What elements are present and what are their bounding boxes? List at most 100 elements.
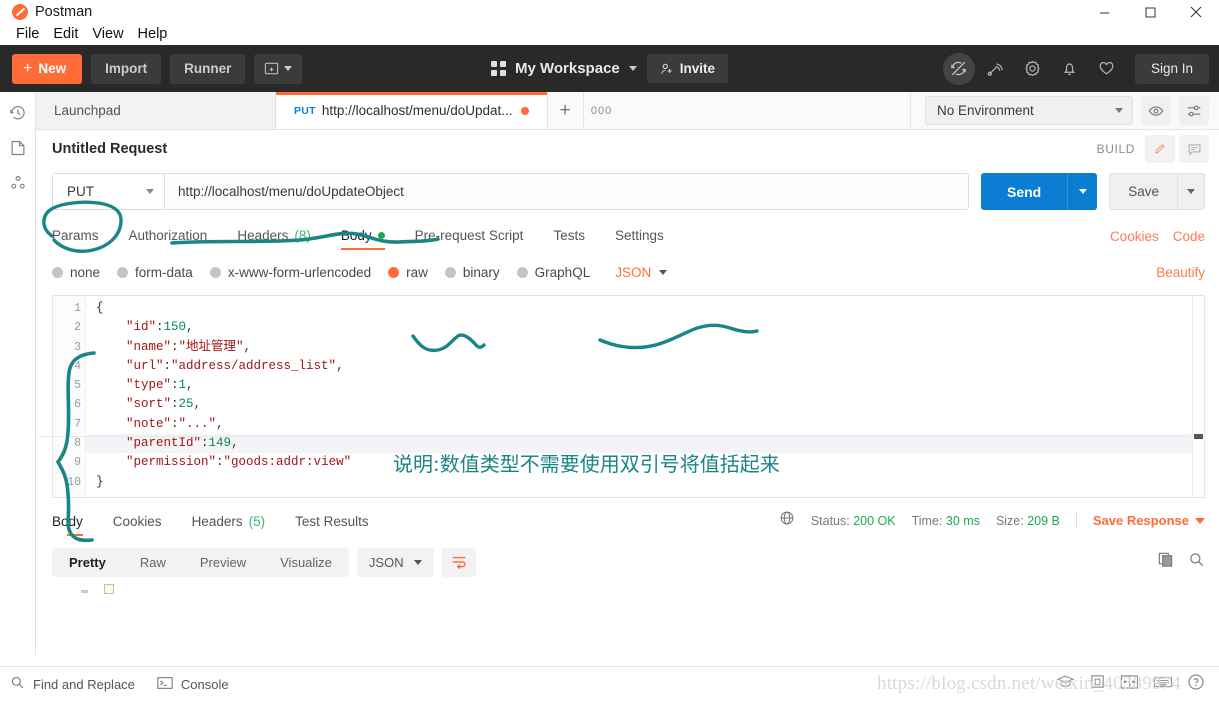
save-button[interactable]: Save [1109,173,1177,210]
code-link[interactable]: Code [1173,229,1205,244]
body-type-row: none form-data x-www-form-urlencoded raw… [36,261,1219,283]
line-number: 10 [67,475,81,489]
history-icon[interactable] [9,104,27,122]
collections-icon[interactable] [9,139,27,157]
copy-icon[interactable] [1157,551,1174,573]
new-window-button[interactable] [254,53,303,84]
tab-pre-request-script[interactable]: Pre-request Script [400,228,539,250]
tab-launchpad[interactable]: Launchpad [36,92,276,129]
response-format-select[interactable]: JSON [356,547,434,577]
tab-tests[interactable]: Tests [538,228,600,250]
tab-label: Pre-request Script [414,228,524,243]
import-button[interactable]: Import [91,53,162,84]
send-button[interactable]: Send [980,173,1068,210]
save-options-button[interactable] [1177,173,1205,210]
find-and-replace-button[interactable]: Find and Replace [10,675,135,693]
code-line[interactable]: "id":150, [86,318,1192,337]
radio-form-data[interactable]: form-data [117,265,193,280]
workspace-switcher[interactable]: My Workspace [490,60,637,77]
person-add-icon [661,63,672,74]
code-line[interactable]: "sort":25, [86,395,1192,414]
code-line[interactable]: "url":"address/address_list", [86,357,1192,376]
heart-icon[interactable] [1091,53,1123,85]
time-badge: Time: 30 ms [912,514,980,528]
menu-view[interactable]: View [85,24,130,45]
maximize-button[interactable] [1127,0,1173,24]
tab-label: Cookies [112,514,162,529]
edit-request-button[interactable] [1145,135,1175,163]
view-pretty[interactable]: Pretty [52,548,123,577]
runner-button[interactable]: Runner [170,53,246,84]
broadcast-icon[interactable] [980,53,1012,85]
sign-in-button[interactable]: Sign In [1134,53,1209,84]
editor-scrollbar[interactable] [1192,296,1204,497]
sync-off-icon[interactable] [942,52,975,85]
minimize-button[interactable] [1081,0,1127,24]
code-token: : [163,358,172,373]
keyboard-icon[interactable] [1153,674,1173,694]
radio-x-www-form-urlencoded[interactable]: x-www-form-urlencoded [209,265,371,280]
chevron-down-icon [659,269,668,275]
response-tab-headers[interactable]: Headers (5) [177,514,281,536]
close-button[interactable] [1173,0,1219,24]
view-raw[interactable]: Raw [123,548,183,577]
search-icon[interactable] [1188,551,1205,573]
line-number: 6 [74,398,81,412]
tab-params[interactable]: Params [52,228,114,250]
radio-raw[interactable]: raw [388,265,428,280]
gear-icon[interactable] [1017,53,1049,85]
apis-icon[interactable] [9,174,27,192]
menu-help[interactable]: Help [131,24,175,45]
line-number: 1 [74,302,81,315]
raw-format-value: JSON [615,264,652,280]
code-line[interactable]: "type":1, [86,376,1192,395]
save-response-button[interactable]: Save Response [1093,513,1205,528]
beautify-link[interactable]: Beautify [1156,265,1205,280]
window-titlebar: Postman [0,0,1219,24]
chevron-down-icon [1115,108,1123,113]
code-line[interactable]: "name":"地址管理", [86,338,1192,357]
radio-graphql[interactable]: GraphQL [516,265,590,280]
help-icon[interactable] [1187,673,1205,696]
tab-options-button[interactable]: 000 [583,92,620,129]
raw-format-select[interactable]: JSON [615,264,668,280]
response-tab-test-results[interactable]: Test Results [280,514,384,536]
invite-button[interactable]: Invite [646,54,729,83]
response-tab-body[interactable]: Body [52,514,98,536]
new-button[interactable]: + New [12,53,83,84]
tab-request-put[interactable]: PUT http://localhost/menu/doUpdat... [276,92,548,129]
console-button[interactable]: Console [157,676,229,693]
bootcamp-icon[interactable] [1056,674,1075,694]
http-method-value: PUT [67,184,94,199]
two-pane-icon[interactable] [1120,674,1139,695]
new-tab-button[interactable]: + [547,92,584,129]
comments-button[interactable] [1179,135,1209,163]
code-token: , [243,339,252,354]
url-input[interactable]: http://localhost/menu/doUpdateObject [165,174,968,209]
tab-authorization[interactable]: Authorization [114,228,223,250]
radio-bullet-icon [444,266,456,278]
view-visualize[interactable]: Visualize [263,548,349,577]
view-preview[interactable]: Preview [183,548,263,577]
menu-file[interactable]: File [9,24,46,45]
bell-icon[interactable] [1054,53,1086,85]
response-tab-cookies[interactable]: Cookies [98,514,177,536]
scrollbar-thumb[interactable] [1194,434,1203,439]
environment-settings-button[interactable] [1179,96,1209,125]
send-options-button[interactable] [1067,173,1098,210]
menu-edit[interactable]: Edit [46,24,85,45]
code-line[interactable]: "note":"...", [86,415,1192,434]
tab-settings[interactable]: Settings [600,228,679,250]
tab-headers[interactable]: Headers (8) [222,228,326,250]
http-method-select[interactable]: PUT [53,174,165,209]
response-peek-block [104,584,114,594]
cookies-link[interactable]: Cookies [1110,229,1159,244]
environment-quick-look-button[interactable] [1141,96,1171,125]
tab-body[interactable]: Body [326,228,400,250]
wrap-lines-button[interactable] [441,547,476,577]
radio-none[interactable]: none [52,265,100,280]
radio-binary[interactable]: binary [444,265,500,280]
environment-select[interactable]: No Environment [925,96,1133,125]
code-line[interactable]: { [86,299,1192,318]
trash-icon[interactable] [1089,673,1106,695]
